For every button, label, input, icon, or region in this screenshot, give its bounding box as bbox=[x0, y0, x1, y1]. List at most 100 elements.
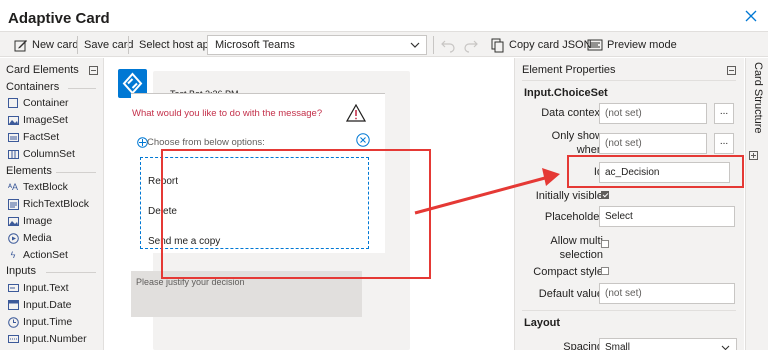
copy-json-label: Copy card JSON bbox=[509, 39, 592, 51]
toolbar: New card Save card Select host app: Micr… bbox=[0, 31, 768, 57]
preview-mode-label: Preview mode bbox=[607, 39, 677, 51]
palette-item-image[interactable]: Image bbox=[7, 215, 52, 227]
initially-visible-label: Initially visible bbox=[535, 190, 603, 202]
card-structure-label: Card Structure bbox=[752, 62, 764, 134]
edit-icon bbox=[14, 40, 27, 52]
warning-icon bbox=[346, 104, 366, 122]
palette-item-input-date[interactable]: Input.Date bbox=[7, 299, 71, 311]
chevron-down-icon bbox=[410, 42, 420, 48]
save-card-label: Save card bbox=[84, 39, 134, 51]
data-context-button[interactable]: ... bbox=[714, 103, 734, 124]
toolbar-divider bbox=[77, 36, 78, 54]
toolbar-divider bbox=[128, 36, 129, 54]
collapse-icon[interactable] bbox=[89, 66, 98, 75]
data-context-input[interactable]: (not set) bbox=[599, 103, 707, 124]
palette-item-media[interactable]: Media bbox=[7, 232, 52, 244]
toolbar-divider bbox=[433, 36, 434, 54]
divider bbox=[522, 310, 736, 311]
only-show-when-input[interactable]: (not set) bbox=[599, 133, 707, 154]
palette-item-input-text[interactable]: Input.Text bbox=[7, 282, 69, 294]
palette-item-imageset[interactable]: ImageSet bbox=[7, 114, 68, 126]
palette-item-input-number[interactable]: Input.Number bbox=[7, 333, 87, 345]
clock-icon bbox=[7, 316, 19, 328]
collapse-icon[interactable] bbox=[727, 66, 736, 75]
input-number-icon bbox=[7, 333, 19, 345]
save-card-button[interactable]: Save card bbox=[84, 37, 134, 53]
only-show-when-label: Only show when bbox=[551, 130, 603, 156]
choiceset-highlight bbox=[161, 149, 431, 279]
calendar-icon bbox=[7, 299, 19, 311]
element-type-heading: Input.ChoiceSet bbox=[524, 87, 608, 99]
palette-item-textblock[interactable]: ᴬA TextBlock bbox=[7, 181, 68, 193]
palette-item-label: Media bbox=[23, 232, 52, 244]
copy-json-button[interactable]: Copy card JSON bbox=[491, 37, 592, 53]
containers-heading: Containers bbox=[6, 81, 60, 93]
palette-item-label: Input.Number bbox=[23, 333, 87, 345]
section-divider bbox=[46, 272, 96, 273]
preview-mode-button[interactable]: Preview mode bbox=[587, 37, 677, 53]
new-card-button[interactable]: New card bbox=[14, 37, 78, 53]
question-block[interactable]: What would you like to do with the messa… bbox=[131, 93, 385, 131]
remove-element-icon[interactable] bbox=[356, 133, 370, 147]
factset-icon bbox=[7, 131, 19, 143]
palette-item-columnset[interactable]: ColumnSet bbox=[7, 148, 75, 160]
host-app-select[interactable]: Microsoft Teams bbox=[207, 35, 427, 55]
imageset-icon bbox=[7, 114, 19, 126]
only-show-when-button[interactable]: ... bbox=[714, 133, 734, 154]
palette-item-label: ActionSet bbox=[23, 249, 68, 261]
spacing-select[interactable]: Small bbox=[599, 338, 737, 350]
card-elements-title: Card Elements bbox=[6, 64, 79, 76]
default-value-input[interactable]: (not set) bbox=[599, 283, 735, 304]
new-card-label: New card bbox=[32, 39, 79, 51]
undo-icon[interactable] bbox=[440, 37, 456, 53]
element-properties-title: Element Properties bbox=[522, 64, 616, 76]
section-divider bbox=[56, 172, 96, 173]
compact-style-checkbox[interactable] bbox=[601, 267, 609, 275]
placeholder-input[interactable]: Select bbox=[599, 206, 735, 227]
palette-item-label: ImageSet bbox=[23, 114, 68, 126]
element-properties-panel: Element Properties Input.ChoiceSet Data … bbox=[514, 58, 744, 350]
palette-item-actionset[interactable]: ϟ ActionSet bbox=[7, 249, 68, 261]
layout-heading: Layout bbox=[524, 317, 561, 329]
allow-multi-label: Allow multi selection bbox=[550, 235, 603, 261]
palette-item-label: TextBlock bbox=[23, 181, 68, 193]
designer-canvas: Test Bot 2:36 PM What would you like to … bbox=[105, 58, 513, 350]
placeholder-label: Placeholder bbox=[544, 211, 603, 223]
default-value-label: Default value bbox=[538, 288, 603, 300]
spacing-value: Small bbox=[605, 342, 631, 350]
palette-item-factset[interactable]: FactSet bbox=[7, 131, 59, 143]
palette-item-label: Input.Date bbox=[23, 299, 72, 311]
palette-item-label: Input.Text bbox=[23, 282, 69, 294]
palette-item-label: Input.Time bbox=[23, 316, 73, 328]
spacing-label: Spacing bbox=[563, 341, 603, 350]
lightning-icon: ϟ bbox=[10, 250, 16, 260]
id-highlight bbox=[567, 155, 744, 188]
app-title: Adaptive Card bbox=[8, 10, 110, 27]
elements-heading: Elements bbox=[6, 165, 52, 177]
redo-icon[interactable] bbox=[463, 37, 479, 53]
card-elements-panel: Card Elements Containers Container Image… bbox=[0, 58, 104, 350]
choice-label: Choose from below options: bbox=[147, 137, 265, 148]
close-icon[interactable] bbox=[744, 9, 758, 23]
initially-visible-checkbox[interactable] bbox=[601, 191, 609, 199]
card-structure-tab[interactable]: Card Structure bbox=[745, 58, 768, 350]
allow-multi-checkbox[interactable] bbox=[601, 240, 609, 248]
chevron-down-icon bbox=[721, 345, 730, 350]
compact-style-label: Compact style bbox=[533, 266, 603, 278]
columnset-icon bbox=[7, 148, 19, 160]
expand-icon[interactable] bbox=[749, 151, 758, 160]
question-text: What would you like to do with the messa… bbox=[132, 108, 323, 119]
palette-item-label: FactSet bbox=[23, 131, 60, 143]
palette-item-richtextblock[interactable]: RichTextBlock bbox=[7, 198, 89, 210]
media-icon bbox=[7, 232, 19, 244]
palette-item-container[interactable]: Container bbox=[7, 97, 69, 109]
title-bar: Adaptive Card bbox=[0, 0, 768, 30]
copy-icon bbox=[491, 38, 504, 52]
palette-item-input-time[interactable]: Input.Time bbox=[7, 316, 72, 328]
palette-item-label: Container bbox=[23, 97, 69, 109]
divider bbox=[522, 80, 736, 81]
input-text-icon bbox=[7, 282, 19, 294]
palette-item-label: Image bbox=[23, 215, 53, 227]
preview-icon bbox=[587, 39, 603, 51]
data-context-label: Data context bbox=[541, 107, 603, 119]
